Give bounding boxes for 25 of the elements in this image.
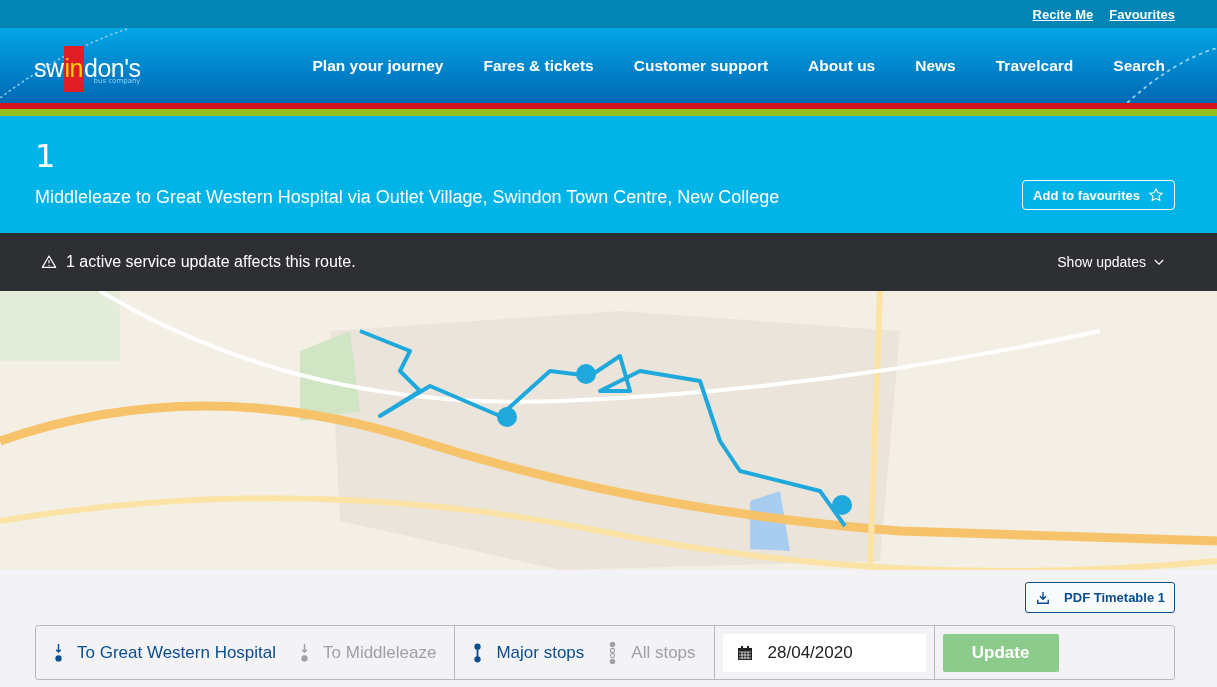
route-number: 1 — [35, 136, 57, 172]
nav-link[interactable]: Travelcard — [995, 56, 1074, 75]
direction-option[interactable]: To Middleleaze — [300, 640, 437, 665]
route-description: Middleleaze to Great Western Hospital via Outlet Village, Swindon Town Centre, New College — [35, 186, 780, 208]
nav-link[interactable]: About us — [808, 56, 876, 75]
show-updates-toggle[interactable]: Show updates — [1051, 253, 1170, 271]
nav-link[interactable]: Fares & tickets — [483, 56, 594, 75]
warning-icon — [41, 254, 57, 270]
date-field[interactable]: 28/04/2020 — [722, 633, 926, 672]
nav-link[interactable]: News — [915, 56, 956, 75]
add-to-favourites-button[interactable]: Add to favourites — [1022, 180, 1175, 210]
top-link[interactable]: Favourites — [1109, 6, 1175, 22]
alert-message: 1 active service update affects this route. — [66, 253, 356, 271]
pdf-timetable-button[interactable]: PDF Timetable 1 — [1025, 582, 1175, 613]
stops-option[interactable]: Major stops — [473, 640, 585, 665]
star-icon — [1148, 187, 1164, 203]
chevron-down-icon — [1154, 258, 1164, 266]
download-icon — [1036, 590, 1051, 605]
all-stops-icon — [608, 640, 618, 665]
top-link[interactable]: Recite Me — [1032, 6, 1094, 22]
nav-link[interactable]: Customer support — [633, 56, 769, 75]
nav-link[interactable]: Search — [1113, 56, 1165, 75]
nav-link[interactable]: Plan your journey — [312, 56, 444, 75]
stops-option[interactable]: All stops — [608, 640, 696, 665]
direction-option[interactable]: To Great Western Hospital — [54, 640, 277, 665]
